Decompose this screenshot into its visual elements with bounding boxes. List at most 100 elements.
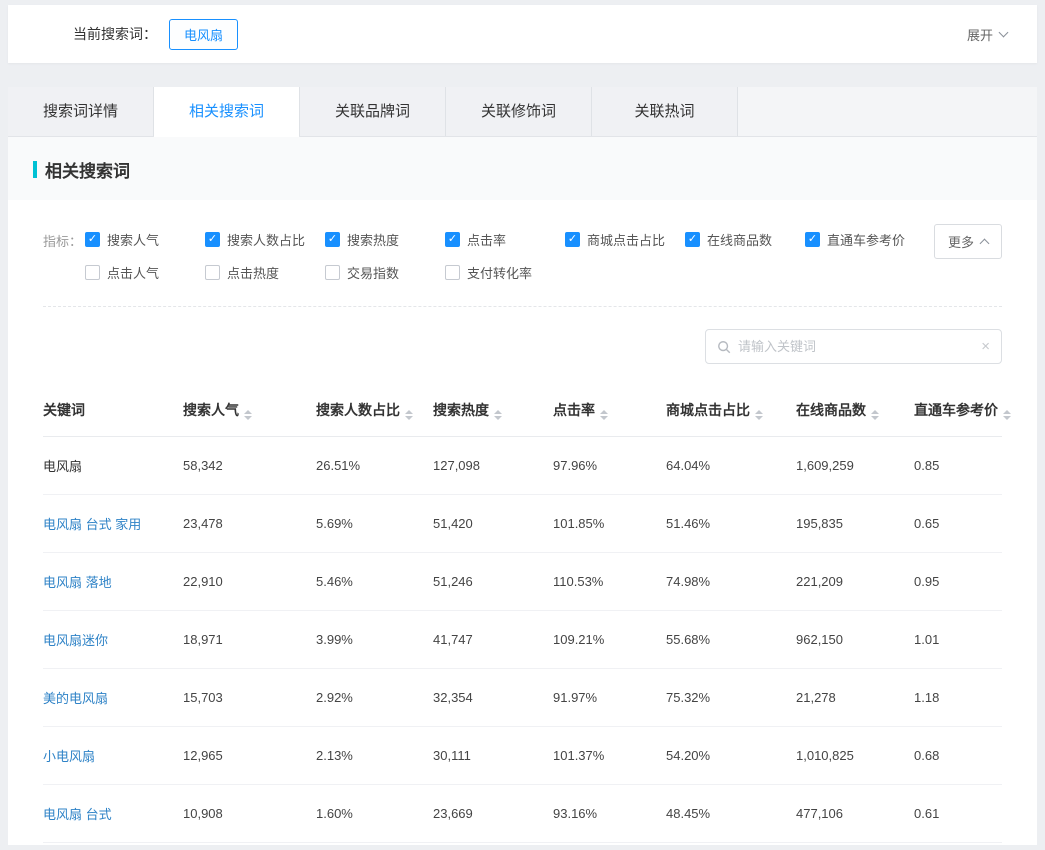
- checkbox-unchecked-icon[interactable]: [205, 265, 220, 280]
- cell-value: 101.85%: [553, 495, 666, 553]
- metric-checkbox-item[interactable]: 交易指数: [325, 263, 445, 282]
- checkbox-checked-icon[interactable]: ✓: [565, 232, 580, 247]
- chevron-down-icon: [999, 28, 1009, 38]
- sort-icon[interactable]: [494, 410, 502, 420]
- cell-value: 127,098: [433, 437, 553, 495]
- table-row: 美的电风扇15,7032.92%32,35491.97%75.32%21,278…: [43, 669, 1002, 727]
- cell-value: 97.96%: [553, 437, 666, 495]
- metric-checkbox-item[interactable]: ✓在线商品数: [685, 230, 805, 249]
- tab-0[interactable]: 搜索词详情: [8, 87, 154, 136]
- cell-value: 109.21%: [553, 611, 666, 669]
- checkbox-checked-icon[interactable]: ✓: [805, 232, 820, 247]
- keyword-link[interactable]: 电风扇 台式: [43, 785, 183, 843]
- metric-checkbox-item[interactable]: ✓搜索人气: [85, 230, 205, 249]
- keywords-table: 关键词搜索人气搜索人数占比 搜索热度 点击率商城点击占比 在线商品数直通车参考价 电风…: [43, 386, 1002, 845]
- tab-4[interactable]: 关联热词: [592, 87, 738, 136]
- cell-value: 58,342: [183, 437, 316, 495]
- column-header[interactable]: 搜索人数占比: [316, 386, 433, 437]
- checkbox-checked-icon[interactable]: ✓: [85, 232, 100, 247]
- checkbox-checked-icon[interactable]: ✓: [445, 232, 460, 247]
- sort-icon[interactable]: [405, 410, 413, 420]
- metric-checkbox-item[interactable]: 点击热度: [205, 263, 325, 282]
- section-header: 相关搜索词: [8, 137, 1037, 200]
- cell-value: 0.65: [914, 495, 1002, 553]
- keyword-link[interactable]: 电风扇 落地: [43, 553, 183, 611]
- sort-icon[interactable]: [1003, 410, 1011, 420]
- tab-1[interactable]: 相关搜索词: [154, 87, 300, 136]
- search-input[interactable]: [738, 339, 974, 354]
- metric-label: 商城点击占比: [587, 230, 665, 249]
- tab-3[interactable]: 关联修饰词: [446, 87, 592, 136]
- column-header[interactable]: 在线商品数: [796, 386, 914, 437]
- column-header-label: 直通车参考价: [914, 402, 998, 418]
- sort-icon[interactable]: [600, 410, 608, 420]
- current-search-bar: 当前搜索词： 电风扇 展开: [8, 5, 1037, 63]
- keyword-link[interactable]: 小电风扇: [43, 727, 183, 785]
- checkbox-unchecked-icon[interactable]: [325, 265, 340, 280]
- checkbox-checked-icon[interactable]: ✓: [205, 232, 220, 247]
- metrics-row-2: 点击人气点击热度交易指数支付转化率: [85, 263, 925, 282]
- column-header[interactable]: 搜索人气: [183, 386, 316, 437]
- cell-value: 22,910: [183, 553, 316, 611]
- cell-value: 1,609,259: [796, 437, 914, 495]
- checkbox-checked-icon[interactable]: ✓: [325, 232, 340, 247]
- metric-checkbox-item[interactable]: ✓点击率: [445, 230, 565, 249]
- column-header[interactable]: 商城点击占比: [666, 386, 796, 437]
- clear-icon[interactable]: ×: [981, 339, 990, 354]
- chevron-up-icon: [980, 239, 990, 249]
- metric-checkbox-item[interactable]: ✓搜索人数占比: [205, 230, 325, 249]
- table-row: 电风扇 台式10,9081.60%23,66993.16%48.45%477,1…: [43, 785, 1002, 843]
- table-row: 电风扇 台式 家用23,4785.69%51,420101.85%51.46%1…: [43, 495, 1002, 553]
- metric-checkbox-item[interactable]: ✓搜索热度: [325, 230, 445, 249]
- column-header[interactable]: 点击率: [553, 386, 666, 437]
- checkbox-unchecked-icon[interactable]: [445, 265, 460, 280]
- cell-value: 23,478: [183, 495, 316, 553]
- page: 当前搜索词： 电风扇 展开 搜索词详情相关搜索词关联品牌词关联修饰词关联热词 相…: [0, 5, 1045, 845]
- search-row: ×: [8, 307, 1037, 384]
- keyword-link[interactable]: 电风扇 台式 家用: [43, 495, 183, 553]
- sort-icon[interactable]: [871, 410, 879, 420]
- sort-icon[interactable]: [755, 410, 763, 420]
- cell-value: 93.16%: [553, 785, 666, 843]
- expand-toggle[interactable]: 展开: [967, 25, 1007, 44]
- current-search-tag[interactable]: 电风扇: [169, 19, 238, 50]
- metric-checkbox-item[interactable]: 支付转化率: [445, 263, 565, 282]
- column-header[interactable]: 直通车参考价: [914, 386, 1002, 437]
- table-row: 小电风扇12,9652.13%30,111101.37%54.20%1,010,…: [43, 727, 1002, 785]
- cell-value: 1.60%: [316, 785, 433, 843]
- tab-2[interactable]: 关联品牌词: [300, 87, 446, 136]
- cell-value: 51.46%: [666, 495, 796, 553]
- metric-checkbox-item[interactable]: 点击人气: [85, 263, 205, 282]
- column-header-label: 商城点击占比: [666, 402, 750, 418]
- metrics-rows: ✓搜索人气✓搜索人数占比✓搜索热度✓点击率✓商城点击占比✓在线商品数✓直通车参考…: [85, 230, 925, 282]
- table-row: 电风扇 落地22,9105.46%51,246110.53%74.98%221,…: [43, 553, 1002, 611]
- table-row: 电风扇迷你18,9713.99%41,747109.21%55.68%962,1…: [43, 611, 1002, 669]
- more-button[interactable]: 更多: [934, 224, 1002, 259]
- column-header-label: 搜索热度: [433, 402, 489, 418]
- checkbox-unchecked-icon[interactable]: [85, 265, 100, 280]
- sort-icon[interactable]: [244, 410, 252, 420]
- more-button-label: 更多: [948, 232, 974, 251]
- column-header: 关键词: [43, 386, 183, 437]
- metric-checkbox-item[interactable]: ✓ 商城点击占比: [565, 230, 685, 249]
- table-header-row: 关键词搜索人气搜索人数占比 搜索热度 点击率商城点击占比 在线商品数直通车参考价: [43, 386, 1002, 437]
- cell-value: 41,747: [433, 611, 553, 669]
- cell-value: 1.18: [914, 669, 1002, 727]
- cell-value: 1.01: [914, 611, 1002, 669]
- cell-value: 51,246: [433, 553, 553, 611]
- column-header[interactable]: 搜索热度: [433, 386, 553, 437]
- search-box[interactable]: ×: [705, 329, 1002, 364]
- cell-value: 195,835: [796, 495, 914, 553]
- keyword-link[interactable]: 电风扇迷你: [43, 611, 183, 669]
- metrics-label: 指标：: [43, 230, 85, 282]
- metric-checkbox-item[interactable]: ✓直通车参考价: [805, 230, 925, 249]
- cell-value: 51,420: [433, 495, 553, 553]
- cell-value: 2.13%: [316, 727, 433, 785]
- cell-value: 0.85: [914, 437, 1002, 495]
- checkbox-checked-icon[interactable]: ✓: [685, 232, 700, 247]
- cell-value: 0.61: [914, 785, 1002, 843]
- keyword-link[interactable]: 美的电风扇: [43, 669, 183, 727]
- column-header-label: 搜索人数占比: [316, 402, 400, 418]
- cell-value: 0.95: [914, 553, 1002, 611]
- metrics-row-1: ✓搜索人气✓搜索人数占比✓搜索热度✓点击率✓商城点击占比✓在线商品数✓直通车参考…: [85, 230, 925, 249]
